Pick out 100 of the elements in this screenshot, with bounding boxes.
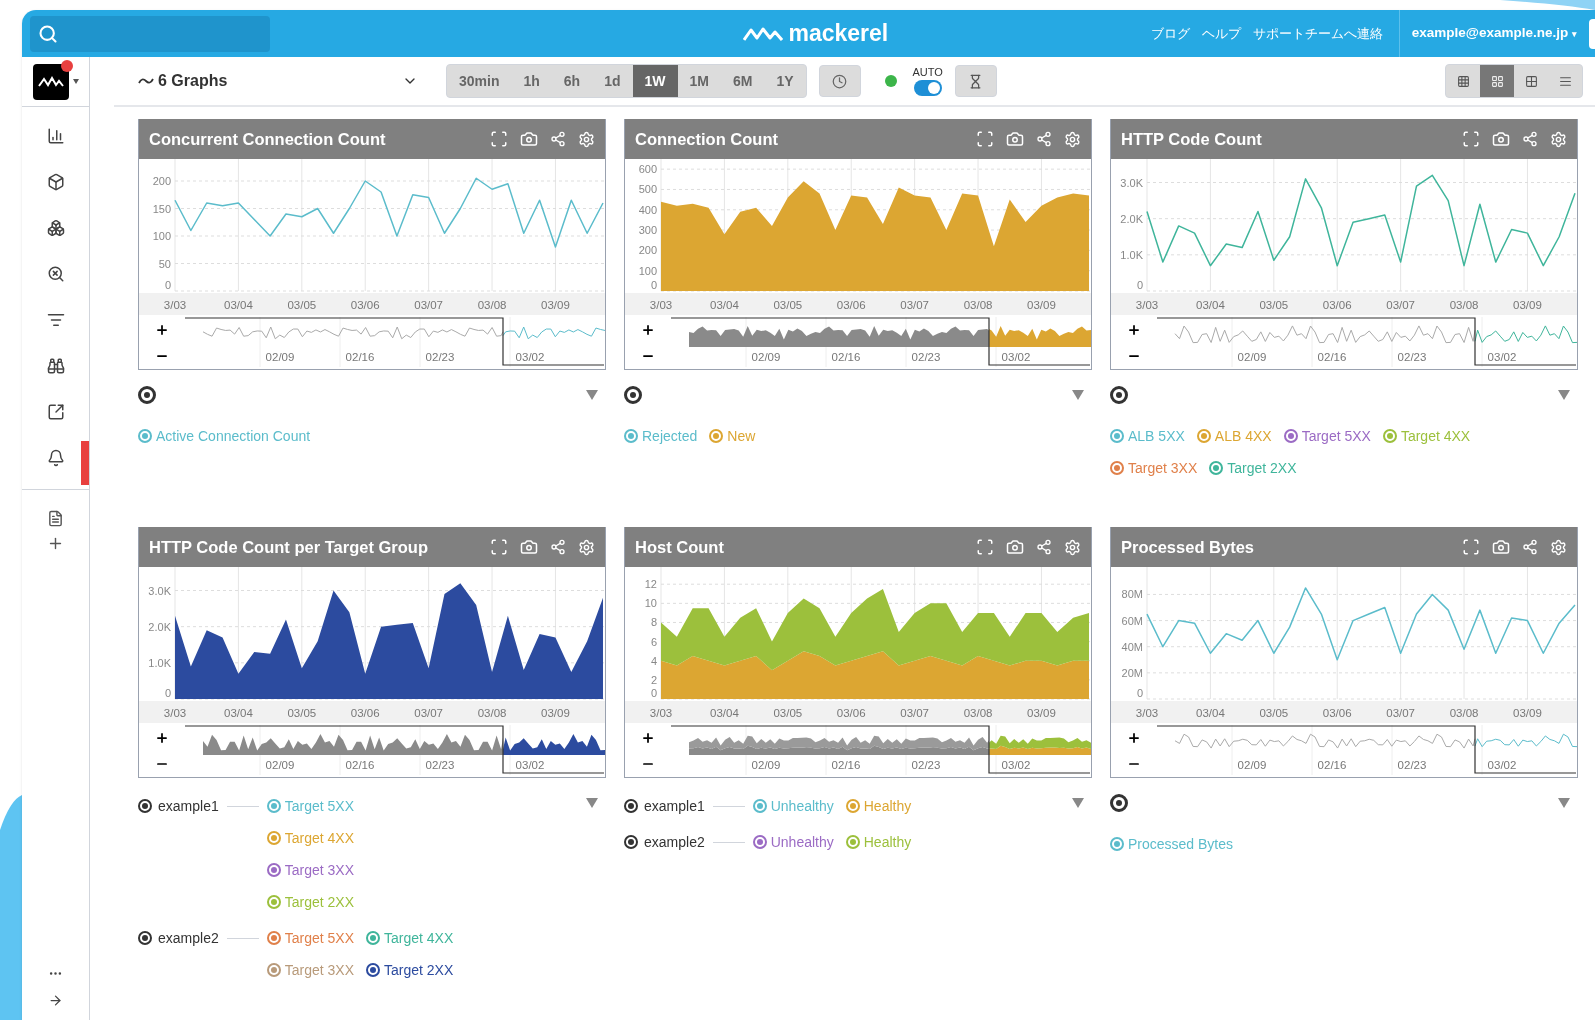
- frame-icon[interactable]: [490, 130, 508, 148]
- legend-item[interactable]: Target 2XX: [365, 959, 454, 981]
- search-field[interactable]: [30, 15, 270, 52]
- share-icon[interactable]: [550, 131, 566, 147]
- caret-down-icon[interactable]: [1072, 798, 1084, 808]
- legend-item[interactable]: ALB 4XX: [1196, 425, 1272, 447]
- frame-icon[interactable]: [976, 130, 994, 148]
- share-icon[interactable]: [1522, 131, 1538, 147]
- camera-icon[interactable]: [1006, 130, 1024, 148]
- legend-item[interactable]: Target 3XX: [266, 859, 354, 881]
- caret-down-icon[interactable]: [586, 390, 598, 400]
- time-range-tab[interactable]: 1d: [592, 65, 633, 97]
- range-navigator[interactable]: 02/09 02/16 02/23 03/02: [185, 317, 605, 367]
- header-link[interactable]: ブログ: [1150, 23, 1190, 44]
- host-toggle[interactable]: example2: [138, 922, 219, 954]
- legend-item[interactable]: Target 4XX: [365, 927, 454, 949]
- zoom-in-icon[interactable]: [155, 323, 169, 337]
- zoom-in-icon[interactable]: [1127, 731, 1141, 745]
- time-range-tab[interactable]: 1M: [677, 65, 721, 97]
- settings-icon[interactable]: [1064, 130, 1081, 148]
- caret-down-icon[interactable]: [1558, 390, 1570, 400]
- camera-icon[interactable]: [520, 538, 538, 556]
- range-navigator[interactable]: 02/09 02/16 02/23 03/02: [1157, 317, 1577, 367]
- legend-item[interactable]: Target 2XX: [1209, 457, 1297, 479]
- legend-item[interactable]: Target 5XX: [1283, 425, 1371, 447]
- host-toggle[interactable]: example1: [138, 790, 219, 822]
- edge-tab[interactable]: [1589, 18, 1595, 49]
- settings-icon[interactable]: [1064, 538, 1081, 556]
- toggle-all-icon[interactable]: [1110, 386, 1128, 404]
- frame-icon[interactable]: [490, 538, 508, 556]
- host-toggle[interactable]: example1: [624, 790, 705, 822]
- filter-icon[interactable]: [46, 311, 65, 329]
- zoom-in-icon[interactable]: [641, 323, 655, 337]
- camera-icon[interactable]: [1492, 538, 1510, 556]
- legend-item[interactable]: Healthy: [845, 795, 912, 817]
- legend-item[interactable]: Target 4XX: [1382, 425, 1471, 447]
- legend-item[interactable]: Target 5XX: [266, 795, 354, 817]
- legend-item[interactable]: ALB 5XX: [1110, 425, 1185, 447]
- settings-icon[interactable]: [578, 130, 595, 148]
- chart-icon[interactable]: [46, 127, 65, 145]
- binoculars-icon[interactable]: [46, 357, 65, 375]
- settings-icon[interactable]: [578, 538, 595, 556]
- layout-button[interactable]: [1480, 65, 1514, 97]
- share-icon[interactable]: [1522, 539, 1538, 555]
- settings-icon[interactable]: [1550, 538, 1567, 556]
- time-range-tab[interactable]: 30min: [447, 65, 512, 97]
- frame-icon[interactable]: [1462, 130, 1480, 148]
- time-range-tab[interactable]: 6M: [720, 65, 765, 97]
- frame-icon[interactable]: [1462, 538, 1480, 556]
- legend-item[interactable]: Processed Bytes: [1110, 833, 1234, 855]
- legend-item[interactable]: Active Connection Count: [138, 425, 311, 447]
- legend-item[interactable]: Target 4XX: [266, 827, 354, 849]
- cube-icon[interactable]: [46, 173, 65, 191]
- share-icon[interactable]: [1036, 131, 1052, 147]
- graph-picker[interactable]: 6 Graphs: [138, 69, 426, 93]
- account-menu[interactable]: example@example.ne.jp ▾: [1399, 23, 1589, 44]
- search-x-icon[interactable]: [46, 265, 65, 283]
- caret-down-icon[interactable]: [72, 79, 79, 84]
- toggle-all-icon[interactable]: [1110, 794, 1128, 812]
- legend-item[interactable]: Target 2XX: [266, 891, 354, 913]
- range-navigator[interactable]: 02/09 02/16 02/23 03/02: [671, 317, 1091, 367]
- header-link[interactable]: ヘルプ: [1201, 23, 1241, 44]
- toggle-all-icon[interactable]: [138, 386, 156, 404]
- bell-icon[interactable]: [46, 449, 65, 467]
- time-range-tab[interactable]: 6h: [551, 65, 593, 97]
- cubes-icon[interactable]: [46, 219, 65, 237]
- share-icon[interactable]: [1036, 539, 1052, 555]
- legend-item[interactable]: Healthy: [845, 831, 912, 853]
- legend-item[interactable]: Unhealthy: [752, 831, 834, 853]
- zoom-in-icon[interactable]: [641, 731, 655, 745]
- toggle-all-icon[interactable]: [624, 386, 642, 404]
- plus-icon[interactable]: [47, 535, 64, 552]
- time-range-tab[interactable]: 1Y: [764, 65, 806, 97]
- caret-down-icon[interactable]: [1558, 798, 1570, 808]
- legend-item[interactable]: Target 5XX: [266, 927, 354, 949]
- legend-item[interactable]: Unhealthy: [752, 795, 834, 817]
- range-navigator[interactable]: 02/09 02/16 02/23 03/02: [1157, 725, 1577, 775]
- caret-down-icon[interactable]: [1072, 390, 1084, 400]
- document-icon[interactable]: [47, 510, 64, 527]
- legend-item[interactable]: Rejected: [624, 425, 698, 447]
- external-link-icon[interactable]: [46, 403, 65, 421]
- legend-item[interactable]: Target 3XX: [266, 959, 354, 981]
- camera-icon[interactable]: [1492, 130, 1510, 148]
- range-navigator[interactable]: 02/09 02/16 02/23 03/02: [185, 725, 605, 775]
- settings-icon[interactable]: [1550, 130, 1567, 148]
- camera-icon[interactable]: [1006, 538, 1024, 556]
- zoom-in-icon[interactable]: [1127, 323, 1141, 337]
- caret-down-icon[interactable]: [586, 798, 598, 808]
- time-range-tab[interactable]: 1W: [632, 65, 678, 97]
- frame-icon[interactable]: [976, 538, 994, 556]
- clock-button[interactable]: [818, 65, 861, 97]
- arrow-right-icon[interactable]: [48, 993, 63, 1008]
- host-toggle[interactable]: example2: [624, 826, 705, 858]
- legend-item[interactable]: New: [709, 425, 756, 447]
- range-navigator[interactable]: 02/09 02/16 02/23 03/02: [671, 725, 1091, 775]
- hourglass-button[interactable]: [954, 65, 997, 97]
- zoom-in-icon[interactable]: [155, 731, 169, 745]
- legend-item[interactable]: Target 3XX: [1110, 457, 1198, 479]
- header-link[interactable]: サポートチームへ連絡: [1252, 23, 1383, 44]
- time-range-tab[interactable]: 1h: [511, 65, 552, 97]
